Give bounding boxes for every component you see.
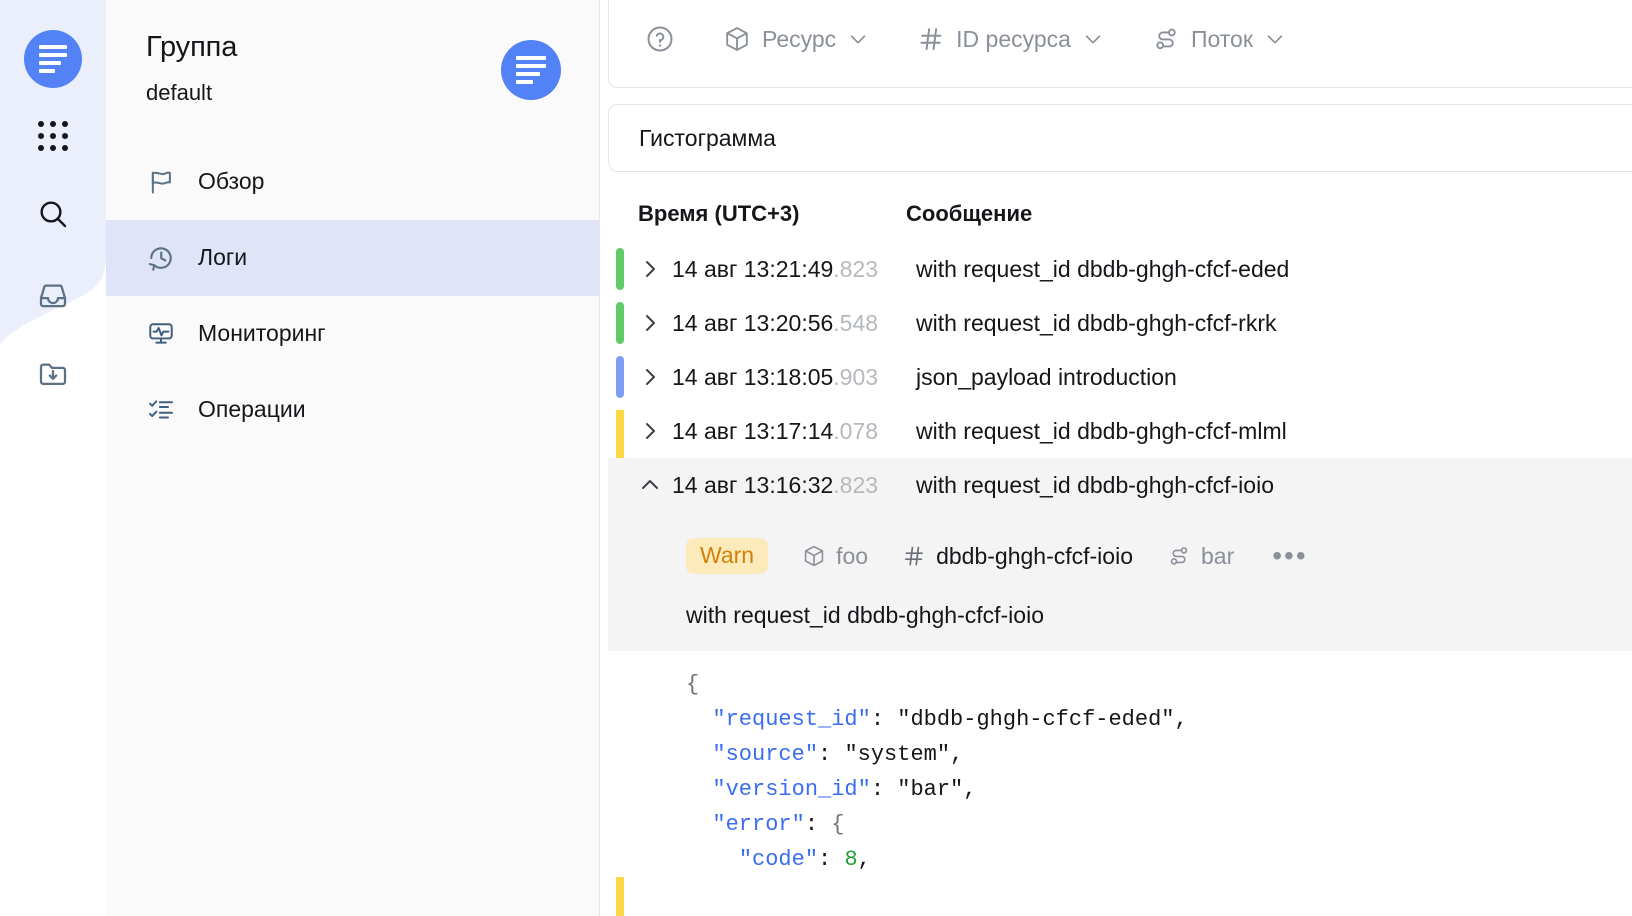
logo-lines-icon	[516, 56, 546, 84]
inbox-icon	[39, 284, 67, 308]
severity-bar	[616, 302, 624, 344]
table-row[interactable]: 14 авг 13:20:56.548 with request_id dbdb…	[608, 296, 1632, 350]
status-badge: Warn	[686, 538, 769, 574]
histogram-panel[interactable]: Гистограмма	[608, 104, 1632, 172]
checklist-icon	[146, 395, 176, 425]
stream-icon	[1152, 25, 1180, 53]
sidebar-item-label: Мониторинг	[198, 320, 326, 347]
log-table-header: Время (UTC+3) Сообщение	[608, 186, 1632, 242]
filter-resource-label: Ресурс	[762, 25, 837, 52]
nav-list: Обзор Логи Мониторинг Операции	[106, 144, 599, 448]
log-detail-panel: Warn foo dbdb-ghgh-cfcf-ioio bar ••• wit…	[608, 512, 1632, 651]
row-timestamp: 14 авг 13:17:14.078	[672, 417, 879, 444]
json-payload-code[interactable]: { "request_id": "dbdb-ghgh-cfcf-eded", "…	[686, 667, 1632, 877]
row-message: with request_id dbdb-ghgh-cfcf-mlml	[916, 417, 1287, 444]
json-line: "version_id": "bar",	[712, 777, 977, 802]
folder-download-icon	[39, 363, 67, 385]
sidebar-item-overview[interactable]: Обзор	[106, 144, 599, 220]
detail-stream-label: bar	[1201, 542, 1235, 569]
table-row[interactable]: 14 авг 13:21:49.823 with request_id dbdb…	[608, 242, 1632, 296]
row-message: with request_id dbdb-ghgh-cfcf-ioio	[916, 471, 1274, 498]
more-options-icon[interactable]: •••	[1272, 542, 1307, 570]
main-content: Ресурс ID ресурса Поток Гистограмма Врем…	[600, 0, 1632, 916]
help-button[interactable]	[635, 18, 685, 60]
flag-icon	[146, 167, 176, 197]
chevron-down-icon	[1264, 28, 1286, 50]
filter-stream-label: Поток	[1190, 25, 1253, 52]
group-name: default	[146, 79, 213, 105]
app-root: Группа default Обзор Логи Мониторинг Опе…	[0, 0, 1632, 916]
logo-lines-icon	[39, 45, 67, 73]
row-message: with request_id dbdb-ghgh-cfcf-rkrk	[916, 309, 1277, 336]
table-row[interactable]: 14 авг 13:17:14.078 with request_id dbdb…	[608, 404, 1632, 458]
filter-resource-id-label: ID ресурса	[956, 25, 1071, 52]
detail-resource-id-label: dbdb-ghgh-cfcf-ioio	[936, 542, 1133, 569]
cube-icon	[723, 25, 751, 53]
column-header-message: Сообщение	[906, 201, 1033, 226]
chevron-right-icon[interactable]	[638, 257, 668, 281]
row-message: json_payload introduction	[916, 363, 1177, 390]
detail-stream-chip[interactable]: bar	[1167, 543, 1234, 570]
table-row[interactable]: 14 авг 13:18:05.903 json_payload introdu…	[608, 350, 1632, 404]
apps-grid-button[interactable]	[25, 108, 81, 164]
sidebar-item-label: Операции	[198, 396, 306, 423]
json-line: "error": {	[712, 812, 845, 837]
monitor-pulse-icon	[146, 319, 176, 349]
row-timestamp: 14 авг 13:20:56.548	[672, 309, 879, 336]
chevron-right-icon[interactable]	[638, 311, 668, 335]
json-line: "source": "system",	[712, 742, 964, 767]
row-message: with request_id dbdb-ghgh-cfcf-eded	[916, 255, 1290, 282]
search-icon	[40, 201, 67, 228]
severity-bar	[616, 248, 624, 290]
inbox-button[interactable]	[25, 268, 81, 324]
row-timestamp: 14 авг 13:16:32.823	[672, 471, 879, 498]
detail-resource-id-chip[interactable]: dbdb-ghgh-cfcf-ioio	[902, 543, 1133, 570]
filter-toolbar: Ресурс ID ресурса Поток	[608, 0, 1632, 88]
sidebar-item-label: Логи	[198, 244, 248, 271]
icon-rail	[0, 0, 106, 916]
histogram-label: Гистограмма	[639, 124, 776, 151]
json-payload-panel: { "request_id": "dbdb-ghgh-cfcf-eded", "…	[608, 651, 1632, 877]
chevron-down-icon	[847, 28, 869, 50]
sidebar-item-logs[interactable]: Логи	[106, 219, 599, 296]
stream-icon	[1167, 544, 1191, 568]
chevron-right-icon[interactable]	[638, 419, 668, 443]
json-line: {	[686, 672, 700, 697]
chevron-right-icon[interactable]	[638, 365, 668, 389]
page-title: Группа	[146, 31, 238, 63]
history-clock-icon	[146, 243, 176, 273]
filter-resource[interactable]: Ресурс	[713, 19, 879, 59]
help-circle-icon	[645, 24, 675, 54]
sidebar-item-monitoring[interactable]: Мониторинг	[106, 296, 599, 372]
hash-icon	[917, 25, 945, 53]
detail-resource-chip[interactable]: foo	[802, 543, 868, 570]
group-avatar[interactable]	[501, 40, 561, 100]
product-logo[interactable]	[24, 30, 82, 88]
hash-icon	[902, 544, 926, 568]
column-header-time: Время (UTC+3)	[638, 201, 800, 226]
detail-resource-label: foo	[836, 542, 869, 569]
severity-bar	[616, 356, 624, 398]
detail-message: with request_id dbdb-ghgh-cfcf-ioio	[686, 602, 1044, 628]
cube-icon	[802, 544, 826, 568]
nav-panel: Группа default Обзор Логи Мониторинг Опе…	[106, 0, 600, 916]
search-button[interactable]	[25, 186, 81, 242]
nav-header: Группа default	[106, 0, 599, 106]
filter-stream[interactable]: Поток	[1142, 19, 1296, 59]
chevron-up-icon[interactable]	[638, 473, 668, 497]
sidebar-item-label: Обзор	[198, 168, 265, 195]
log-detail-meta: Warn foo dbdb-ghgh-cfcf-ioio bar •••	[686, 538, 1632, 574]
folder-download-button[interactable]	[25, 346, 81, 402]
apps-grid-icon	[38, 121, 68, 151]
table-row-expanded[interactable]: 14 авг 13:16:32.823 with request_id dbdb…	[608, 458, 1632, 512]
chevron-down-icon	[1082, 28, 1104, 50]
row-timestamp: 14 авг 13:21:49.823	[672, 255, 879, 282]
json-line: "code": 8,	[738, 847, 871, 872]
sidebar-item-operations[interactable]: Операции	[106, 372, 599, 448]
log-table: Время (UTC+3) Сообщение 14 авг 13:21:49.…	[608, 186, 1632, 916]
row-timestamp: 14 авг 13:18:05.903	[672, 363, 879, 390]
json-line: "request_id": "dbdb-ghgh-cfcf-eded",	[712, 707, 1188, 732]
filter-resource-id[interactable]: ID ресурса	[907, 19, 1114, 59]
